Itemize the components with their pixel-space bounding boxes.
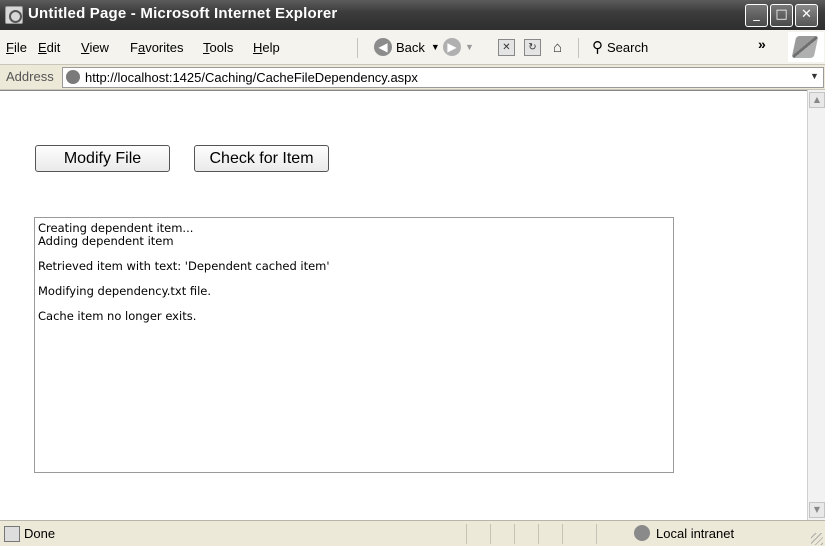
log-line: Retrieved item with text: 'Dependent cac… [38,259,330,273]
address-bar: Address http://localhost:1425/Caching/Ca… [0,65,825,90]
log-line: Modifying dependency.txt file. [38,284,212,298]
menu-favorites[interactable]: Favorites [130,40,183,55]
scroll-down-icon[interactable]: ▼ [809,502,825,518]
status-divider [562,524,563,544]
browser-window: Untitled Page - Microsoft Internet Explo… [0,0,825,546]
status-divider [514,524,515,544]
vertical-scrollbar[interactable]: ▲ ▼ [807,90,825,520]
back-button[interactable]: ◀ Back ▼ [374,36,440,58]
forward-icon: ▶ [443,38,461,56]
page-done-icon [4,526,20,542]
status-bar: Done Local intranet [0,520,825,546]
search-label: Search [607,39,649,55]
window-title: Untitled Page - Microsoft Internet Explo… [28,5,338,22]
intranet-zone-icon [634,525,650,541]
status-divider [490,524,491,544]
ie-page-icon [5,6,23,24]
status-divider [538,524,539,544]
home-button[interactable]: ⌂ [550,36,565,58]
close-button[interactable]: ✕ [795,4,818,27]
refresh-icon: ↻ [524,38,541,56]
address-label: Address [6,69,54,84]
stop-icon: ✕ [498,38,515,56]
toolbar-separator [357,38,358,58]
page-content: Modify File Check for Item Creating depe… [0,90,807,521]
status-divider [596,524,597,544]
stop-button[interactable]: ✕ [498,36,515,58]
check-for-item-button[interactable]: Check for Item [194,145,329,172]
menu-toolbar-row: File Edit View Favorites Tools Help ◀ Ba… [0,30,825,65]
toolbar-more-chevron-icon[interactable]: » [758,36,766,52]
result-log: Creating dependent item... Adding depende… [34,217,674,473]
title-bar: Untitled Page - Microsoft Internet Explo… [0,0,825,30]
menu-edit[interactable]: Edit [38,40,60,55]
windows-logo-icon [788,32,824,62]
page-globe-icon [66,70,80,84]
address-input[interactable]: http://localhost:1425/Caching/CacheFileD… [62,67,824,88]
modify-file-button[interactable]: Modify File [35,145,170,172]
back-icon: ◀ [374,38,392,56]
status-divider [466,524,467,544]
minimize-button[interactable]: _ [745,4,768,27]
menu-tools[interactable]: Tools [203,40,233,55]
security-zone-label: Local intranet [656,526,735,541]
address-dropdown-icon[interactable]: ▼ [807,69,822,84]
menu-view[interactable]: View [81,40,109,55]
log-line: Adding dependent item [38,234,174,248]
back-label: Back [396,39,425,55]
back-dropdown-icon[interactable]: ▼ [431,42,440,52]
menu-file[interactable]: File [6,40,27,55]
status-text: Done [24,526,56,541]
forward-button[interactable]: ▶ ▼ [443,36,474,58]
toolbar-separator [578,38,579,58]
forward-dropdown-icon[interactable]: ▼ [465,42,474,52]
maximize-button[interactable]: □ [770,4,793,27]
search-button[interactable]: ⚲ Search [592,36,648,58]
log-line: Cache item no longer exits. [38,309,197,323]
address-url: http://localhost:1425/Caching/CacheFileD… [85,70,418,85]
resize-grip-icon[interactable] [811,533,823,545]
home-icon: ⌂ [552,38,563,56]
scroll-up-icon[interactable]: ▲ [809,92,825,108]
menu-help[interactable]: Help [253,40,280,55]
search-icon: ⚲ [592,39,603,56]
refresh-button[interactable]: ↻ [524,36,541,58]
